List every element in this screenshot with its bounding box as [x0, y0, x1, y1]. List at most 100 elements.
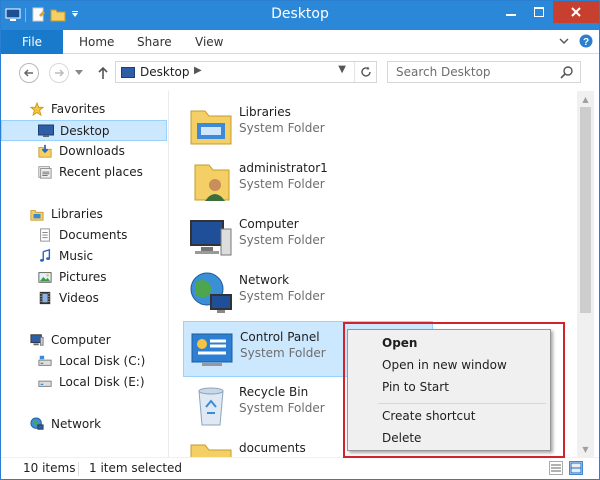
tab-file[interactable]: File — [1, 30, 63, 54]
libraries-icon — [30, 210, 44, 221]
up-arrow-icon[interactable] — [97, 66, 109, 80]
sidebar-item-videos[interactable]: Videos — [1, 288, 167, 309]
control-panel-icon — [191, 333, 233, 366]
navigation-bar: Desktop ▶ ▼ Search Desktop — [1, 55, 599, 89]
folder-icon — [190, 444, 232, 457]
status-separator — [78, 462, 79, 476]
sidebar-item-local-disk-c[interactable]: Local Disk (C:) — [1, 351, 167, 372]
scrollbar-thumb[interactable] — [580, 107, 591, 313]
back-arrow-icon — [23, 69, 33, 77]
desktop-location-icon — [121, 67, 135, 78]
address-text: Desktop — [140, 65, 190, 79]
libraries-folder-icon — [190, 110, 232, 145]
details-view-icon — [551, 464, 561, 472]
sidebar-item-label: Local Disk (E:) — [59, 375, 145, 389]
list-item-network[interactable]: Network System Folder — [183, 265, 433, 321]
maximize-icon — [534, 7, 544, 17]
list-item-computer[interactable]: Computer System Folder — [183, 209, 433, 265]
window-controls — [497, 1, 599, 23]
item-type: System Folder — [240, 346, 326, 360]
menu-item-open[interactable]: Open — [382, 336, 417, 350]
sidebar-item-label: Libraries — [51, 207, 103, 221]
computer-icon — [190, 220, 232, 256]
item-name: Recycle Bin — [239, 385, 309, 399]
sidebar-item-local-disk-e[interactable]: Local Disk (E:) — [1, 372, 167, 393]
help-icon[interactable]: ? — [579, 34, 593, 48]
item-name: administrator1 — [239, 161, 328, 175]
sidebar-item-recent-places[interactable]: Recent places — [1, 162, 167, 183]
sidebar-item-libraries[interactable]: Libraries — [1, 204, 167, 225]
minimize-icon — [506, 14, 516, 16]
menu-item-delete[interactable]: Delete — [382, 431, 421, 445]
address-dropdown-icon[interactable]: ▼ — [338, 64, 346, 75]
refresh-button[interactable] — [354, 62, 376, 82]
tab-share[interactable]: Share — [137, 30, 172, 54]
sidebar-item-label: Network — [51, 417, 102, 431]
menu-separator — [378, 403, 546, 404]
item-type: System Folder — [239, 121, 325, 135]
disk-icon — [38, 355, 52, 366]
desktop-icon — [38, 124, 54, 137]
sidebar-item-network[interactable]: Network — [1, 414, 167, 435]
tab-view[interactable]: View — [195, 30, 223, 54]
pictures-icon — [38, 272, 52, 283]
tab-home[interactable]: Home — [79, 30, 114, 54]
breadcrumb-chevron-icon[interactable]: ▶ — [194, 65, 202, 76]
explorer-window: Desktop File Home Share View ? Desktop ▶… — [0, 0, 600, 480]
sidebar-item-documents[interactable]: Documents — [1, 225, 167, 246]
forward-arrow-icon — [55, 69, 65, 77]
item-name: documents — [239, 441, 306, 455]
sidebar-item-label: Computer — [51, 333, 111, 347]
recent-places-icon — [38, 166, 52, 179]
list-item-administrator1[interactable]: administrator1 System Folder — [183, 153, 433, 209]
menu-item-pin-to-start[interactable]: Pin to Start — [382, 380, 449, 394]
item-type: System Folder — [239, 177, 325, 191]
recent-locations-dropdown-icon[interactable] — [75, 70, 83, 76]
disk-icon — [38, 380, 52, 387]
address-bar[interactable]: Desktop ▶ ▼ — [115, 61, 377, 83]
documents-icon — [40, 228, 50, 242]
ribbon-right-controls: ? — [559, 34, 593, 48]
sidebar-item-label: Pictures — [59, 270, 107, 284]
item-name: Libraries — [239, 105, 291, 119]
star-icon — [29, 102, 45, 116]
ribbon-expand-icon[interactable] — [559, 36, 569, 46]
sidebar-item-music[interactable]: Music — [1, 246, 167, 267]
sidebar-item-computer[interactable]: Computer — [1, 330, 167, 351]
sidebar-item-label: Videos — [59, 291, 99, 305]
title-bar: Desktop — [1, 1, 599, 30]
minimize-button[interactable] — [497, 1, 525, 23]
context-menu: Open Open in new window Pin to Start Cre… — [347, 329, 551, 451]
music-icon — [40, 249, 51, 262]
details-view-button[interactable] — [549, 461, 563, 475]
network-icon — [30, 417, 44, 430]
scroll-down-icon[interactable]: ▼ — [577, 441, 594, 457]
item-type: System Folder — [239, 233, 325, 247]
network-globe-icon — [190, 272, 232, 313]
menu-item-create-shortcut[interactable]: Create shortcut — [382, 409, 475, 423]
close-button[interactable] — [553, 1, 599, 23]
forward-button[interactable] — [49, 63, 69, 83]
item-name: Control Panel — [240, 330, 320, 344]
item-count: 10 items — [23, 461, 76, 475]
sidebar-item-desktop[interactable]: Desktop — [1, 120, 167, 141]
list-item-libraries[interactable]: Libraries System Folder — [183, 97, 433, 153]
sidebar-item-downloads[interactable]: Downloads — [1, 141, 167, 162]
svg-text:?: ? — [583, 37, 589, 48]
menu-item-open-new-window[interactable]: Open in new window — [382, 358, 507, 372]
item-name: Computer — [239, 217, 299, 231]
back-button[interactable] — [19, 63, 39, 83]
search-box[interactable]: Search Desktop — [387, 61, 581, 83]
scroll-up-icon[interactable]: ▲ — [577, 91, 594, 107]
search-icon[interactable] — [560, 65, 574, 79]
large-icons-view-button[interactable] — [569, 461, 583, 475]
maximize-button[interactable] — [525, 1, 553, 23]
sidebar-item-favorites[interactable]: Favorites — [1, 99, 167, 120]
sidebar-item-label: Desktop — [60, 124, 110, 138]
sidebar-item-pictures[interactable]: Pictures — [1, 267, 167, 288]
sidebar-item-label: Favorites — [51, 102, 106, 116]
computer-icon — [30, 334, 44, 346]
large-icons-view-icon — [570, 462, 582, 474]
vertical-scrollbar[interactable]: ▲ ▼ — [577, 91, 594, 457]
selection-count: 1 item selected — [89, 461, 183, 475]
